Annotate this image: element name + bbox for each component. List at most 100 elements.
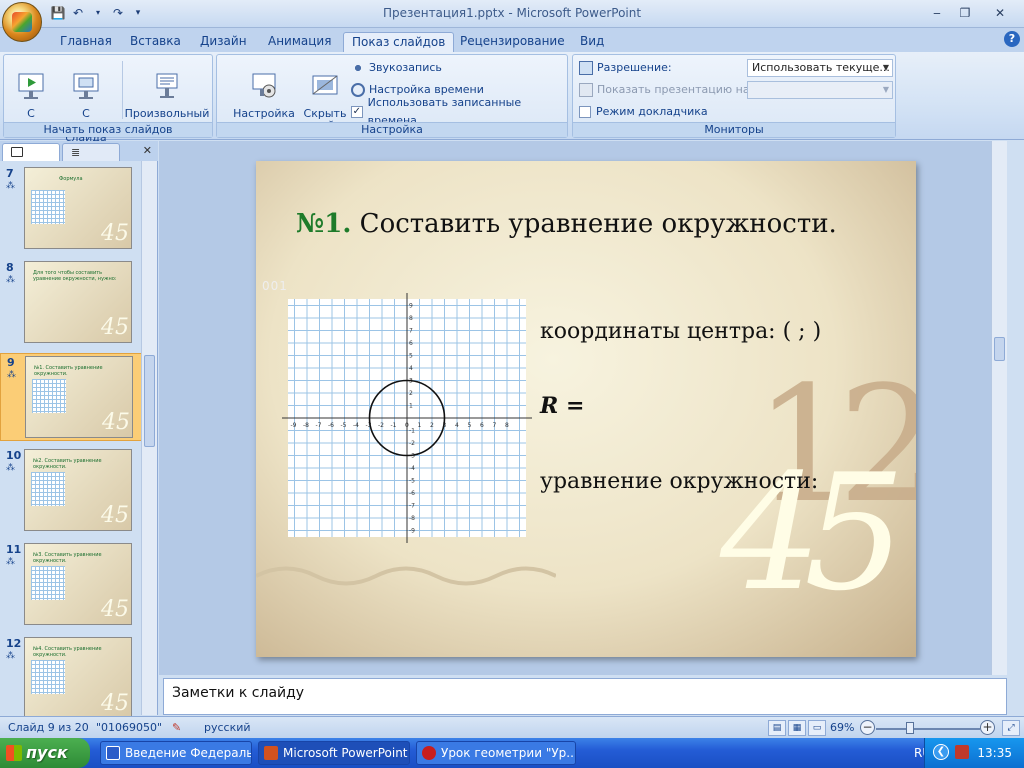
taskbar-item-word[interactable]: Введение Федераль... xyxy=(100,741,252,765)
use-timings-checkbox[interactable]: ✓ Использовать записанные времена xyxy=(351,96,567,127)
use-timings-check[interactable]: ✓ xyxy=(351,106,363,118)
tray-back-icon[interactable]: ❮ xyxy=(933,744,949,760)
resolution-dropdown[interactable]: Использовать текуще... ▼ xyxy=(747,59,893,77)
outline-tab-icon: ≣ xyxy=(71,146,81,159)
slide-thumbnail[interactable]: №3. Составить уравнение окружности. 45 xyxy=(24,543,132,625)
task-label: Урок геометрии "Ур... xyxy=(441,746,576,760)
setup-show-icon xyxy=(252,73,276,98)
help-icon[interactable]: ? xyxy=(1004,31,1020,47)
tab-slideshow[interactable]: Показ слайдов xyxy=(343,32,455,52)
thumbnail-row[interactable]: 8 ⁂ Для того чтобы составить уравнение о… xyxy=(0,259,142,347)
tab-view[interactable]: Вид xyxy=(572,32,612,52)
tab-animation[interactable]: Анимация xyxy=(260,32,339,52)
normal-view-button[interactable]: ▤ xyxy=(768,720,786,736)
y-tick-label: -6 xyxy=(409,490,415,497)
thumbnail-grid xyxy=(31,190,65,224)
fit-to-window-button[interactable]: ⤢ xyxy=(1002,720,1020,736)
taskbar-item-opera[interactable]: Урок геометрии "Ур... xyxy=(416,741,576,765)
windows-logo-icon xyxy=(6,745,22,761)
panel-scrollbar[interactable] xyxy=(141,161,157,715)
minimize-button[interactable]: ‒ xyxy=(924,4,950,22)
tab-design[interactable]: Дизайн xyxy=(192,32,255,52)
start-button[interactable]: пуск xyxy=(0,738,90,768)
y-tick-label: -1 xyxy=(409,428,415,435)
zoom-out-button[interactable]: − xyxy=(860,720,875,735)
thumbnail-number: 12 xyxy=(6,637,22,650)
taskbar: пуск Введение Федераль... Microsoft Powe… xyxy=(0,738,1024,768)
slide-thumbnail[interactable]: №4. Составить уравнение окружности. 45 xyxy=(24,637,132,719)
task-label: Введение Федераль... xyxy=(125,746,252,760)
slides-panel: ≣ ✕ 7 ⁂ Формула 45 8 ⁂ Для того чтобы со… xyxy=(0,141,158,719)
x-tick-label: 8 xyxy=(505,422,509,429)
thumbnail-title: Формула xyxy=(59,176,83,182)
tab-home[interactable]: Главная xyxy=(52,32,120,52)
center-coordinates-label[interactable]: координаты центра: ( ; ) xyxy=(540,319,821,344)
thumbnail-row-selected[interactable]: 9 ⁂ №1. Составить уравнение окружности. … xyxy=(0,353,142,441)
equation-label[interactable]: уравнение окружности: xyxy=(540,469,818,494)
system-tray: ❮ 13:35 xyxy=(924,738,1024,768)
thumbnail-row[interactable]: 7 ⁂ Формула 45 xyxy=(0,165,142,253)
slide-thumbnail[interactable]: №1. Составить уравнение окружности. 45 xyxy=(25,356,133,438)
presenter-view-checkbox[interactable]: Режим докладчика xyxy=(579,103,708,121)
hide-slide-button[interactable]: Скрыть слайд xyxy=(303,57,347,132)
scrollbar-thumb[interactable] xyxy=(144,355,155,447)
x-tick-label: -2 xyxy=(378,422,384,429)
chevron-down-icon: ▼ xyxy=(882,85,889,94)
thumbnail-grid xyxy=(31,660,65,694)
coordinate-grid[interactable]: -9 -8 -7 -6 -5 -4 -3 -2 -1 0 1 2 3 4 5 6 7 8987654321-1-2… xyxy=(282,293,532,543)
slide-thumbnail[interactable]: Формула 45 xyxy=(24,167,132,249)
tab-slides[interactable] xyxy=(2,143,60,161)
resolution-label: Разрешение: xyxy=(597,61,672,74)
projector-play-icon xyxy=(18,73,44,99)
thumbnail-row[interactable]: 10 ⁂ №2. Составить уравнение окружности.… xyxy=(0,447,142,535)
show-on-dropdown[interactable]: ▼ xyxy=(747,81,893,99)
office-logo-icon xyxy=(12,12,32,32)
presenter-view-check[interactable] xyxy=(579,106,591,118)
resolution-row: Разрешение: xyxy=(579,59,672,77)
record-narration-button[interactable]: Звукозапись xyxy=(351,59,442,77)
slide-scrollbar[interactable] xyxy=(991,141,1007,675)
from-beginning-button[interactable]: С начала xyxy=(8,57,54,132)
slide-canvas[interactable]: 12 45 №1. Составить уравнение окружности… xyxy=(256,161,916,657)
slide-sorter-button[interactable]: ▦ xyxy=(788,720,806,736)
slide-code-fragment: 001 xyxy=(262,279,288,293)
slides-tab-icon xyxy=(11,147,23,157)
zoom-in-button[interactable]: + xyxy=(980,720,995,735)
slide-thumbnail[interactable]: Для того чтобы составить уравнение окруж… xyxy=(24,261,132,343)
taskbar-item-powerpoint[interactable]: Microsoft PowerPoint ... xyxy=(258,741,410,765)
close-panel-icon[interactable]: ✕ xyxy=(143,144,152,157)
zoom-slider-knob[interactable] xyxy=(906,722,914,734)
slide-title[interactable]: №1. Составить уравнение окружности. xyxy=(296,209,837,239)
close-button[interactable]: ✕ xyxy=(980,4,1020,22)
y-tick-label: -7 xyxy=(409,503,415,510)
zoom-slider[interactable] xyxy=(876,728,980,730)
notes-pane[interactable]: Заметки к слайду xyxy=(163,678,1007,715)
custom-show-button[interactable]: Произвольный показ ▾ xyxy=(124,57,210,132)
antivirus-icon[interactable] xyxy=(955,745,969,759)
tab-insert[interactable]: Вставка xyxy=(122,32,189,52)
custom-show-icon xyxy=(156,73,178,98)
setup-show-button[interactable]: Настройка демонстрации xyxy=(221,57,307,132)
slide-thumbnail[interactable]: №2. Составить уравнение окружности. 45 xyxy=(24,449,132,531)
language-indicator[interactable]: русский xyxy=(204,721,251,734)
spellcheck-icon[interactable]: ✎ xyxy=(172,721,181,734)
x-tick-label: 2 xyxy=(430,422,434,429)
thumbnail-row[interactable]: 11 ⁂ №3. Составить уравнение окружности.… xyxy=(0,541,142,629)
tab-review[interactable]: Рецензирование xyxy=(452,32,573,52)
show-on-label: Показать презентацию на: xyxy=(597,83,754,96)
monitor-disabled-icon xyxy=(579,83,593,97)
window-controls: ‒ ❐ ✕ xyxy=(924,4,1020,22)
window-title: Презентация1.pptx - Microsoft PowerPoint xyxy=(382,6,642,20)
y-tick-label: -2 xyxy=(409,440,415,447)
slideshow-view-button[interactable]: ▭ xyxy=(808,720,826,736)
thumbnail-title: №2. Составить уравнение окружности. xyxy=(33,458,102,470)
radius-label[interactable]: R = xyxy=(540,393,584,419)
tab-outline[interactable]: ≣ xyxy=(62,143,120,161)
word-icon xyxy=(106,746,120,760)
thumbnail-row[interactable]: 12 ⁂ №4. Составить уравнение окружности.… xyxy=(0,635,142,723)
office-button[interactable] xyxy=(2,2,42,42)
zoom-level[interactable]: 69% xyxy=(830,721,854,734)
animation-icon: ⁂ xyxy=(6,651,15,661)
restore-button[interactable]: ❐ xyxy=(952,4,978,22)
scrollbar-thumb[interactable] xyxy=(994,337,1005,361)
